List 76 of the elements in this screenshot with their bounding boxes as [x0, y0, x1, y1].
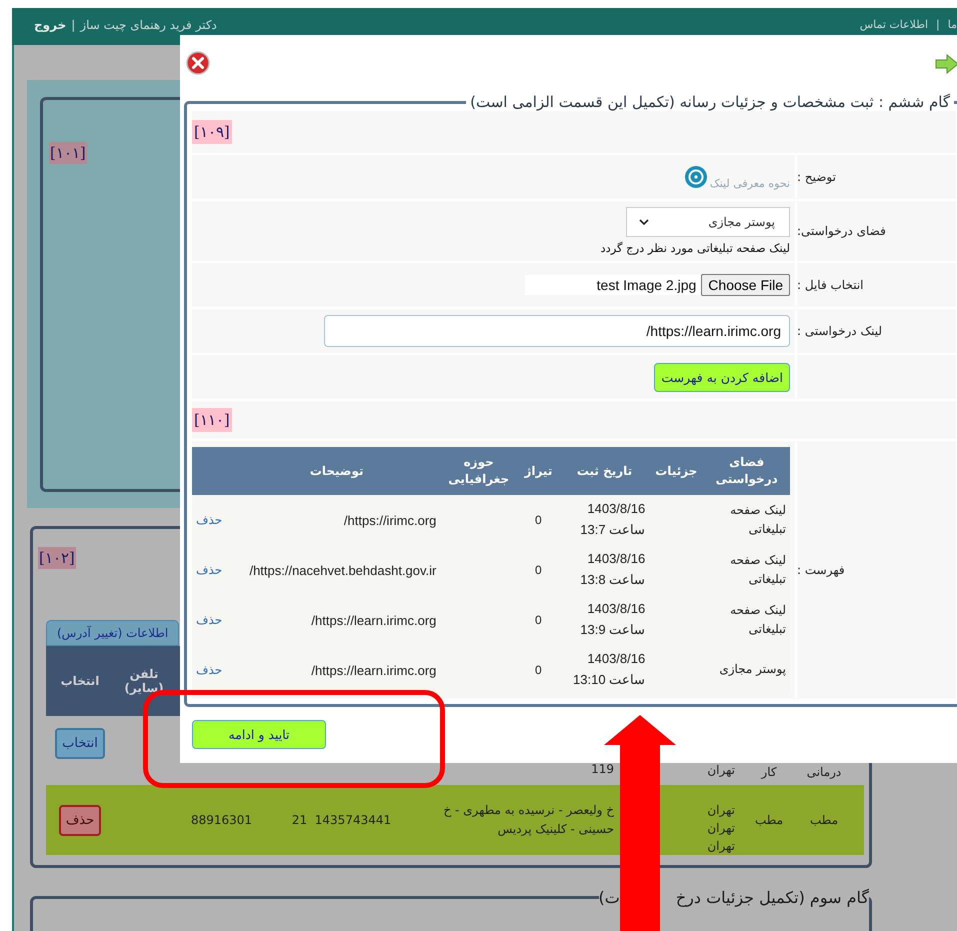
table-cell: https://learn.irimc.org/ — [311, 662, 436, 678]
table-cell-text: خ ولیعصر - نرسیده به مطهری - خ حسینی - کلینیک پردیس — [442, 802, 614, 838]
select-field[interactable]: پوستر مجازی — [626, 207, 790, 237]
file-name: test Image 2.jpg — [524, 275, 702, 295]
table-cell: 0 — [535, 513, 542, 527]
delete-link[interactable]: حذف — [196, 563, 222, 577]
column-header: توضیحات — [232, 447, 440, 495]
field-label: فضای درخواستی: — [797, 224, 886, 238]
field-label: لینک درخواستی : — [797, 324, 882, 338]
table-cell: مطب — [810, 813, 838, 827]
field-label: انتخاب فایل : — [797, 278, 864, 292]
field-label: توضیح : — [797, 170, 836, 184]
section-number: [۱۰۲] — [38, 547, 76, 569]
table-cell: درمانی — [806, 765, 842, 779]
column-header: حوزه جغرافیایی — [440, 447, 517, 495]
field-note: لینک صفحه تبلیغاتی مورد نظر درج گردد — [600, 241, 790, 255]
table-cell: کار — [761, 765, 777, 779]
choose-file-button[interactable]: Choose File — [701, 274, 790, 296]
table-cell: لینک صفحه تبلیغاتی — [730, 602, 786, 636]
table-cell: 1403/8/16 — [587, 651, 646, 666]
table-cell: 1403/8/16 — [587, 551, 646, 566]
step-legend: گام ششم : ثبت مشخصات و جزئیات رسانه (تکمیل این قسمت الزامی است) — [466, 93, 954, 111]
section-number: [۱۰۹] — [192, 120, 232, 144]
table-cell-text: تهران — [707, 838, 735, 855]
hint-text: نحوه معرفی لینک — [710, 176, 790, 190]
header-link[interactable]: اطلاعات تماس — [860, 18, 928, 31]
table-cell: 0 — [535, 563, 542, 577]
arrow-icon[interactable] — [935, 54, 957, 74]
delete-link[interactable]: حذف — [196, 663, 222, 677]
table-cell: 88916301 — [190, 813, 252, 827]
delete-link[interactable]: حذف — [196, 513, 222, 527]
user-name: دکتر فرید رهنمای چیت ساز — [80, 18, 217, 32]
section-number: [۱۱۰] — [192, 408, 232, 432]
section-legend: ت) — [598, 888, 620, 907]
column-header: تاریخ ثبت — [560, 447, 650, 495]
link-input[interactable]: https://learn.irimc.org/ — [324, 315, 790, 347]
delete-button[interactable]: حذف — [58, 804, 102, 836]
table-cell: ساعت 13:8 — [580, 572, 646, 587]
add-to-list-button[interactable]: اضافه کردن به فهرست — [654, 362, 790, 392]
table-cell: لینک صفحه تبلیغاتی — [730, 552, 786, 586]
logout-link[interactable]: خروج — [34, 18, 66, 32]
table-cell: 0 — [535, 663, 542, 677]
column-header: انتخاب — [60, 674, 100, 688]
table-cell: https://learn.irimc.org/ — [311, 612, 436, 628]
separator: | — [936, 18, 940, 31]
table-cell: مطب — [754, 813, 784, 827]
section-number: [۱۰۱] — [49, 142, 87, 164]
table-cell: 1403/8/16 — [587, 601, 646, 616]
table-cell: 0 — [535, 613, 542, 627]
delete-link[interactable]: حذف — [196, 613, 222, 627]
section-legend: گام سوم (تکمیل جزئیات درخ — [676, 888, 869, 907]
table-cell: https://nacehvet.behdasht.gov.ir/ — [249, 562, 436, 578]
column-header: جزئیات — [649, 447, 704, 495]
help-icon[interactable] — [684, 164, 708, 188]
table-cell: ساعت 13:9 — [580, 622, 646, 637]
table-cell: 1403/8/16 — [587, 501, 646, 516]
address-tab[interactable]: اطلاعات (تغییر آدرس) — [46, 620, 180, 646]
header-link[interactable]: ما — [948, 18, 957, 31]
table-cell: پوستر مجازی — [719, 662, 786, 676]
field-label: فهرست : — [797, 563, 845, 577]
table-cell-text: تهران — [707, 762, 735, 779]
table-cell-text: تهران — [707, 802, 735, 819]
table-cell-text: تهران — [707, 820, 735, 837]
chevron-down-icon — [639, 219, 649, 225]
table-cell: https://irimc.org/ — [344, 512, 436, 528]
confirm-button[interactable]: تایید و ادامه — [192, 720, 326, 749]
column-header: فضای درخواستی — [703, 447, 790, 495]
table-cell-text: 119 — [591, 760, 614, 778]
table-cell: ساعت 13:7 — [580, 522, 646, 537]
close-icon[interactable] — [186, 51, 210, 75]
column-header: تیراژ — [516, 447, 560, 495]
separator: | — [71, 18, 76, 32]
table-cell: 21 1435743441 — [292, 813, 392, 827]
table-cell: لینک صفحه تبلیغاتی — [730, 502, 786, 536]
select-button[interactable]: انتخاب — [55, 728, 105, 759]
table-cell: ساعت 13:10 — [573, 672, 646, 687]
